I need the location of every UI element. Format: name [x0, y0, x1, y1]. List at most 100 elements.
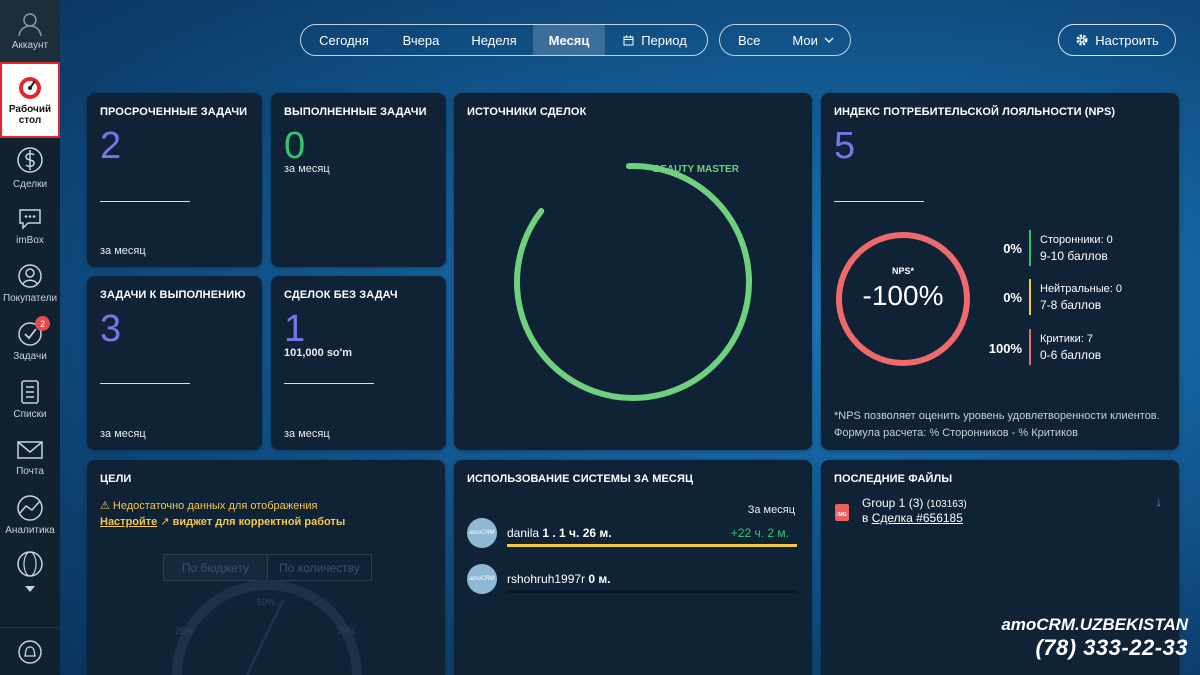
sidebar-item-more[interactable]	[0, 544, 60, 584]
sidebar-item-dashboard[interactable]: Рабочий стол	[0, 62, 60, 138]
download-icon[interactable]: ↓	[1156, 495, 1162, 509]
calendar-icon	[623, 35, 634, 45]
sidebar-item-label: Покупатели	[2, 293, 58, 304]
avatar: amoCRM	[467, 564, 497, 594]
overdue-count: 2	[100, 125, 122, 167]
analytics-chart-icon	[17, 495, 43, 521]
gauge-tick-50: 50%	[257, 597, 276, 607]
widget-title: ВЫПОЛНЕННЫЕ ЗАДАЧИ	[284, 106, 427, 118]
usage-bar-track	[507, 544, 797, 547]
sidebar-item-account[interactable]: Аккаунт	[0, 0, 60, 62]
sidebar-item-imbox[interactable]: imBox	[0, 196, 60, 254]
sources-ring-chart: BEAUTY MASTER	[514, 163, 752, 401]
deal-sources-widget[interactable]: ИСТОЧНИКИ СДЕЛОК BEAUTY MASTER	[454, 93, 812, 450]
file-name-line: Group 1 (3) (103163)	[862, 496, 967, 510]
sidebar-item-analytics[interactable]: Аналитика	[0, 486, 60, 544]
divider	[100, 201, 190, 202]
user-avatar-icon	[18, 13, 42, 37]
neutrals-range: 7-8 баллов	[1040, 298, 1102, 312]
owner-filter: Все Мои	[719, 24, 851, 56]
period-caption: за месяц	[284, 428, 330, 440]
period-custom-button[interactable]: Период	[605, 25, 705, 55]
period-caption: за месяц	[284, 163, 330, 175]
tasks-count-badge: 2	[35, 316, 50, 331]
sidebar-item-label: Аккаунт	[11, 40, 49, 51]
gear-icon	[1076, 34, 1088, 46]
sidebar: Аккаунт Рабочий стол Сделки imBox Покупа…	[0, 0, 60, 675]
period-week-button[interactable]: Неделя	[455, 25, 533, 55]
user-time: 1 . 1 ч. 26 м.	[542, 526, 612, 540]
tasks-to-do-widget[interactable]: ЗАДАЧИ К ВЫПОЛНЕНИЮ 3 за месяц	[87, 276, 262, 450]
nps-count: 5	[834, 125, 856, 167]
overdue-tasks-widget[interactable]: ПРОСРОЧЕННЫЕ ЗАДАЧИ 2 за месяц	[87, 93, 262, 267]
sidebar-item-notifications[interactable]	[0, 627, 60, 675]
widget-title: ПРОСРОЧЕННЫЕ ЗАДАЧИ	[100, 106, 248, 118]
period-yesterday-button[interactable]: Вчера	[387, 25, 455, 55]
sidebar-item-tasks[interactable]: 2 Задачи	[0, 312, 60, 370]
user-name-line: danila 1 . 1 ч. 26 м.	[507, 526, 612, 540]
deals-without-tasks-widget[interactable]: СДЕЛОК БЕЗ ЗАДАЧ 1 101,000 so'm за месяц	[271, 276, 446, 450]
period-custom-label: Период	[641, 32, 687, 48]
period-today-button[interactable]: Сегодня	[301, 25, 387, 55]
promoters-count: Сторонники: 0	[1040, 234, 1113, 246]
bell-icon	[18, 639, 42, 664]
filter-all-button[interactable]: Все	[738, 33, 760, 48]
list-icon	[21, 380, 39, 404]
user-time: 0 м.	[588, 572, 611, 586]
to-do-count: 3	[100, 308, 122, 350]
configure-button[interactable]: Настроить	[1058, 24, 1176, 56]
neutrals-count: Нейтральные: 0	[1040, 283, 1122, 295]
chevron-down-icon[interactable]	[25, 586, 35, 592]
sidebar-item-label: Рабочий стол	[8, 103, 52, 126]
usage-row: amoCRM rshohruh1997r 0 м.	[467, 564, 799, 604]
period-month-button[interactable]: Месяц	[533, 25, 605, 55]
neutrals-bar	[1029, 279, 1031, 315]
critics-count: Критики: 7	[1040, 333, 1094, 345]
widget-title: ЗАДАЧИ К ВЫПОЛНЕНИЮ	[100, 289, 246, 301]
goals-gauge	[172, 580, 362, 675]
widget-title: СДЕЛОК БЕЗ ЗАДАЧ	[284, 289, 398, 301]
user-name-line: rshohruh1997r 0 м.	[507, 572, 611, 586]
completed-tasks-widget[interactable]: ВЫПОЛНЕННЫЕ ЗАДАЧИ 0 за месяц	[271, 93, 446, 267]
source-ring-label: BEAUTY MASTER	[653, 164, 740, 175]
neutrals-percent: 0%	[1003, 290, 1022, 305]
critics-percent: 100%	[988, 341, 1022, 356]
sidebar-item-label: Почта	[16, 466, 44, 477]
promoters-bar	[1029, 230, 1031, 266]
widget-title: ИНДЕКС ПОТРЕБИТЕЛЬСКОЙ ЛОЯЛЬНОСТИ (NPS)	[834, 106, 1116, 118]
critics-bar	[1029, 329, 1031, 365]
in-label: в	[862, 511, 869, 525]
period-caption: за месяц	[100, 245, 146, 257]
sidebar-item-mail[interactable]: Почта	[0, 428, 60, 486]
usage-bar-track	[507, 590, 797, 593]
buyers-icon	[18, 264, 42, 288]
divider	[100, 383, 190, 384]
system-usage-widget[interactable]: ИСПОЛЬЗОВАНИЕ СИСТЕМЫ ЗА МЕСЯЦ За месяц …	[454, 460, 812, 675]
dollar-icon	[17, 147, 43, 173]
sidebar-item-deals[interactable]: Сделки	[0, 138, 60, 196]
usage-bar-fill	[507, 544, 797, 547]
sidebar-item-lists[interactable]: Списки	[0, 370, 60, 428]
widget-title: ИСПОЛЬЗОВАНИЕ СИСТЕМЫ ЗА МЕСЯЦ	[467, 473, 694, 485]
source-ring-segment	[514, 163, 752, 401]
usage-period-label: За месяц	[747, 504, 795, 516]
period-selector: Сегодня Вчера Неделя Месяц Период	[300, 24, 708, 56]
deals-amount: 101,000 so'm	[284, 347, 353, 359]
filter-mine-dropdown[interactable]: Мои	[792, 33, 834, 48]
nps-widget[interactable]: ИНДЕКС ПОТРЕБИТЕЛЬСКОЙ ЛОЯЛЬНОСТИ (NPS) …	[821, 93, 1179, 450]
brand-watermark: amoCRM.UZBEKISTAN (78) 333-22-33	[1001, 615, 1188, 661]
gauge-tick-75: 75%	[337, 626, 356, 636]
sidebar-item-label: Задачи	[13, 351, 47, 362]
user-name: danila	[507, 526, 540, 540]
file-name[interactable]: Group 1 (3)	[862, 496, 923, 510]
top-bar: Сегодня Вчера Неделя Месяц Период Все Мо…	[60, 0, 1200, 80]
period-caption: за месяц	[100, 428, 146, 440]
sidebar-item-label: Аналитика	[5, 525, 55, 536]
divider	[834, 201, 924, 202]
critics-range: 0-6 баллов	[1040, 348, 1102, 362]
configure-label: Настроить	[1095, 32, 1159, 48]
nps-gauge-value: -100%	[862, 280, 944, 311]
deal-link[interactable]: Сделка #656185	[872, 511, 963, 525]
sidebar-item-buyers[interactable]: Покупатели	[0, 254, 60, 312]
goals-widget[interactable]: ЦЕЛИ ⚠ Недостаточно данных для отображен…	[87, 460, 445, 675]
